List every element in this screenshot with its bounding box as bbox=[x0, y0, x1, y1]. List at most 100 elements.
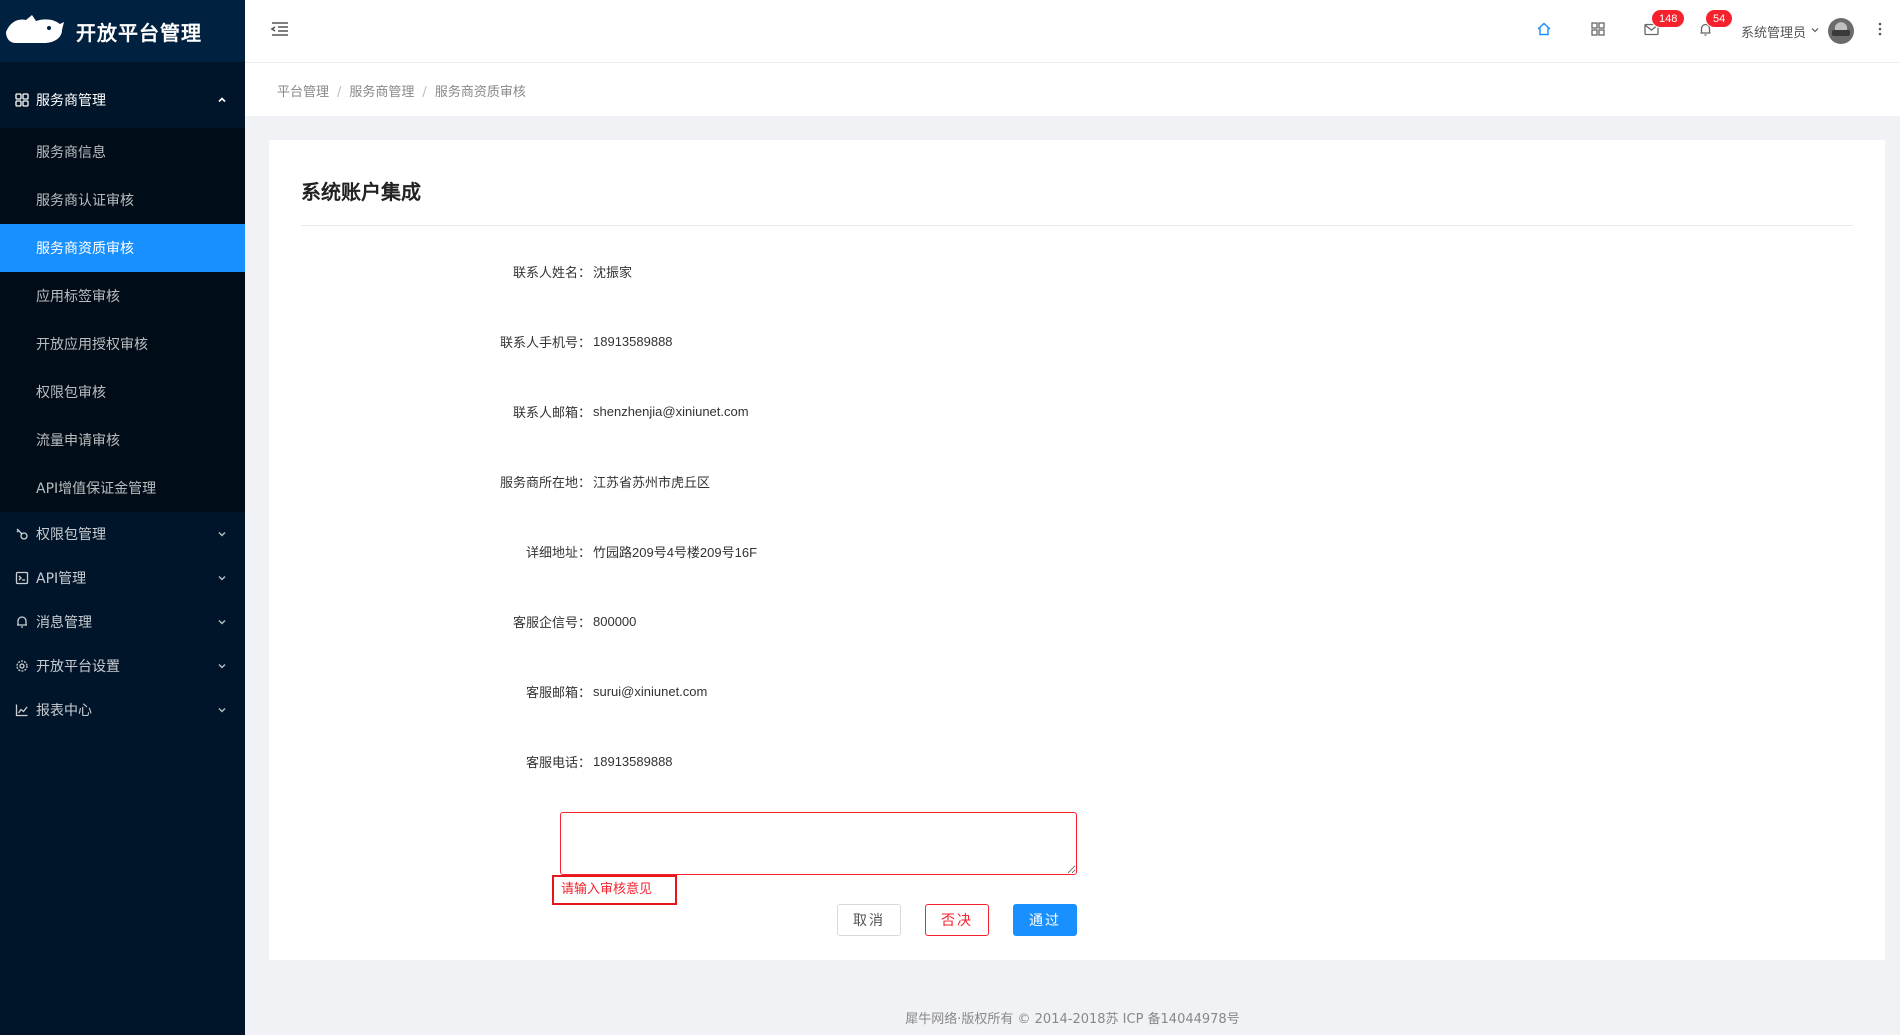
sidebar-item-report-center[interactable]: 报表中心 bbox=[0, 688, 245, 732]
field-label: 联系人姓名： bbox=[512, 265, 591, 281]
sidebar-item-label: 权限包管理 bbox=[36, 527, 106, 543]
sidebar-item-label: 服务商认证审核 bbox=[36, 193, 134, 209]
breadcrumb-item-current: 服务商资质审核 bbox=[434, 85, 526, 100]
sidebar-item-label: 开放平台设置 bbox=[36, 659, 120, 675]
field-value: surui@xiniunet.com bbox=[593, 683, 708, 699]
sidebar-item-label: 开放应用授权审核 bbox=[36, 337, 148, 353]
sidebar-item-provider-info[interactable]: 服务商信息 bbox=[0, 128, 245, 176]
mail-button[interactable]: 148 bbox=[1625, 0, 1686, 62]
breadcrumb-separator: / bbox=[337, 85, 342, 100]
menu-group-provider-management[interactable]: 服务商管理 bbox=[0, 72, 245, 128]
sidebar-item-label: 服务商资质审核 bbox=[36, 241, 134, 257]
field-value: 沈振家 bbox=[593, 264, 633, 280]
breadcrumb: 平台管理 / 服务商管理 / 服务商资质审核 bbox=[277, 81, 526, 100]
rhino-logo-icon bbox=[4, 12, 66, 50]
chevron-down-icon bbox=[217, 661, 227, 671]
chevron-up-icon bbox=[217, 95, 227, 105]
more-vertical-icon bbox=[1878, 22, 1882, 40]
sidebar-item-api-management[interactable]: API管理 bbox=[0, 556, 245, 600]
field-service-enterprise-id: 客服企信号： 800000 bbox=[269, 611, 636, 631]
home-button[interactable] bbox=[1517, 0, 1571, 62]
notification-count-badge: 54 bbox=[1704, 9, 1734, 28]
sidebar-item-platform-settings[interactable]: 开放平台设置 bbox=[0, 644, 245, 688]
permission-icon bbox=[14, 526, 30, 542]
title-divider bbox=[301, 225, 1853, 226]
field-contact-phone: 联系人手机号： 18913589888 bbox=[269, 331, 673, 351]
validation-error-message: 请输入审核意见 bbox=[552, 875, 677, 905]
reject-button[interactable]: 否决 bbox=[925, 904, 989, 936]
app-title: 开放平台管理 bbox=[76, 20, 202, 45]
field-value: 18913589888 bbox=[593, 753, 673, 769]
approve-button[interactable]: 通过 bbox=[1013, 904, 1077, 936]
gear-icon bbox=[14, 658, 30, 674]
top-header: 148 54 系统管理员 bbox=[245, 0, 1900, 62]
sidebar-item-label: 消息管理 bbox=[36, 615, 92, 631]
field-label: 联系人邮箱： bbox=[512, 405, 591, 421]
sidebar-item-label: API增值保证金管理 bbox=[36, 481, 157, 497]
field-label: 详细地址： bbox=[525, 545, 591, 561]
avatar bbox=[1828, 18, 1854, 44]
home-icon bbox=[1536, 21, 1552, 41]
field-service-phone: 客服电话： 18913589888 bbox=[269, 751, 673, 771]
field-value: shenzhenjia@xiniunet.com bbox=[593, 403, 749, 419]
sidebar-item-label: 权限包审核 bbox=[36, 385, 106, 401]
field-label: 客服电话： bbox=[525, 755, 591, 771]
field-service-email: 客服邮箱： surui@xiniunet.com bbox=[269, 681, 707, 701]
sidebar-item-permission-package-management[interactable]: 权限包管理 bbox=[0, 512, 245, 556]
chevron-down-icon bbox=[217, 573, 227, 583]
chart-icon bbox=[14, 702, 30, 718]
field-value: 18913589888 bbox=[593, 333, 673, 349]
user-menu[interactable]: 系统管理员 bbox=[1733, 0, 1860, 62]
sidebar-item-label: 流量申请审核 bbox=[36, 433, 120, 449]
notification-button[interactable]: 54 bbox=[1679, 0, 1734, 62]
breadcrumb-item-provider[interactable]: 服务商管理 bbox=[349, 85, 414, 100]
chevron-down-icon bbox=[217, 705, 227, 715]
chevron-down-icon bbox=[217, 529, 227, 539]
sidebar-item-provider-certification-review[interactable]: 服务商认证审核 bbox=[0, 176, 245, 224]
bell-icon bbox=[14, 614, 30, 630]
chevron-down-icon bbox=[217, 617, 227, 627]
sidebar-item-api-deposit-management[interactable]: API增值保证金管理 bbox=[0, 464, 245, 512]
breadcrumb-item-platform[interactable]: 平台管理 bbox=[277, 85, 329, 100]
appstore-icon bbox=[14, 92, 30, 108]
field-detail-address: 详细地址： 竹园路209号4号楼209号16F bbox=[269, 541, 757, 561]
sidebar-item-label: 应用标签审核 bbox=[36, 289, 120, 305]
sidebar-item-provider-qualification-review[interactable]: 服务商资质审核 bbox=[0, 224, 245, 272]
appstore-icon bbox=[1591, 22, 1605, 40]
field-contact-name: 联系人姓名： 沈振家 bbox=[269, 261, 632, 281]
submenu-provider: 服务商信息 服务商认证审核 服务商资质审核 应用标签审核 开放应用授权审核 权限… bbox=[0, 128, 245, 512]
field-value: 竹园路209号4号楼209号16F bbox=[593, 544, 758, 560]
field-label: 联系人手机号： bbox=[499, 335, 591, 351]
field-label: 客服邮箱： bbox=[525, 685, 591, 701]
page-title: 系统账户集成 bbox=[301, 180, 421, 204]
field-value: 800000 bbox=[593, 613, 637, 629]
cancel-button[interactable]: 取消 bbox=[837, 904, 901, 936]
sidebar-item-label: 报表中心 bbox=[36, 703, 92, 719]
user-name: 系统管理员 bbox=[1740, 25, 1806, 41]
header-actions: 148 54 系统管理员 bbox=[1517, 0, 1900, 62]
sidebar-item-permission-package-review[interactable]: 权限包审核 bbox=[0, 368, 245, 416]
field-provider-location: 服务商所在地： 江苏省苏州市虎丘区 bbox=[269, 471, 710, 491]
sidebar-item-app-tag-review[interactable]: 应用标签审核 bbox=[0, 272, 245, 320]
field-label: 服务商所在地： bbox=[499, 475, 591, 491]
content-card: 系统账户集成 联系人姓名： 沈振家 联系人手机号： 18913589888 联系… bbox=[269, 140, 1885, 960]
menu-fold-icon[interactable] bbox=[269, 18, 291, 40]
apps-button[interactable] bbox=[1571, 0, 1625, 62]
sidebar-item-label: API管理 bbox=[36, 571, 87, 587]
breadcrumb-bar: 平台管理 / 服务商管理 / 服务商资质审核 bbox=[245, 62, 1900, 116]
chevron-down-icon bbox=[1810, 23, 1820, 39]
review-opinion-textarea[interactable] bbox=[560, 812, 1077, 875]
field-contact-email: 联系人邮箱： shenzhenjia@xiniunet.com bbox=[269, 401, 749, 421]
more-menu-button[interactable] bbox=[1860, 0, 1900, 62]
logo[interactable]: 开放平台管理 bbox=[0, 0, 245, 62]
menu-group-label: 服务商管理 bbox=[36, 93, 106, 109]
breadcrumb-separator: / bbox=[422, 85, 427, 100]
field-label: 客服企信号： bbox=[512, 615, 591, 631]
field-value: 江苏省苏州市虎丘区 bbox=[593, 474, 711, 490]
api-icon bbox=[14, 570, 30, 586]
sidebar-item-message-management[interactable]: 消息管理 bbox=[0, 600, 245, 644]
sidebar-item-app-authorization-review[interactable]: 开放应用授权审核 bbox=[0, 320, 245, 368]
sidebar: 开放平台管理 服务商管理 服务商信息 服务商认证审核 服务商资质审核 应用标签审… bbox=[0, 0, 245, 1035]
sidebar-item-label: 服务商信息 bbox=[36, 145, 106, 161]
sidebar-item-traffic-application-review[interactable]: 流量申请审核 bbox=[0, 416, 245, 464]
